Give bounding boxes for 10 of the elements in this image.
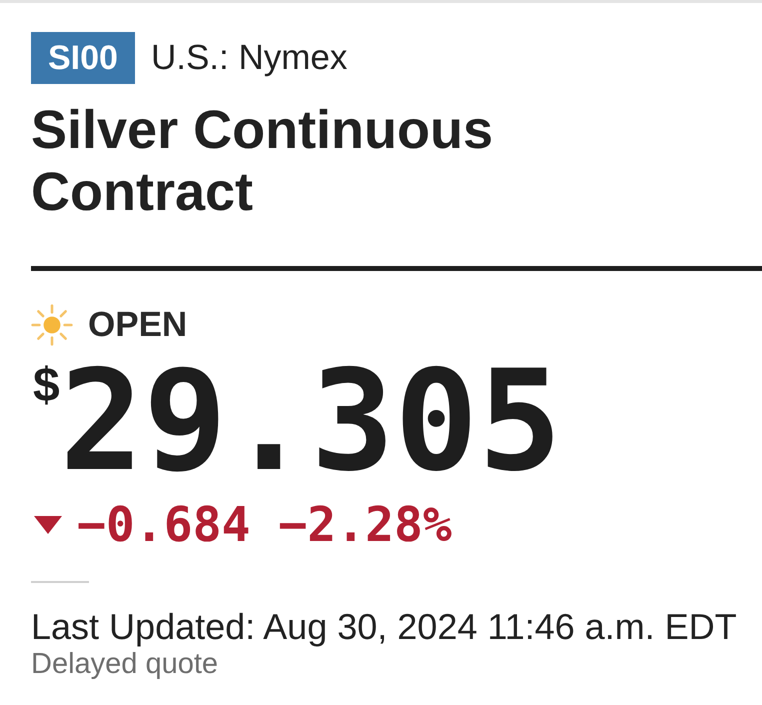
change-amount: −0.684 xyxy=(77,500,250,550)
instrument-title: Silver Continuous Contract xyxy=(31,99,494,223)
market-status-label: OPEN xyxy=(88,304,188,346)
currency-symbol: $ xyxy=(33,362,60,410)
price-value: 29.305 xyxy=(60,351,562,491)
change-percent: −2.28% xyxy=(278,500,452,550)
delayed-quote-note: Delayed quote xyxy=(31,648,220,680)
exchange-label: U.S.: Nymex xyxy=(150,38,348,78)
last-updated-text: Last Updated: Aug 30, 2024 11:46 a.m. EDT xyxy=(31,607,738,647)
ticker-badge: SI00 xyxy=(31,32,135,84)
